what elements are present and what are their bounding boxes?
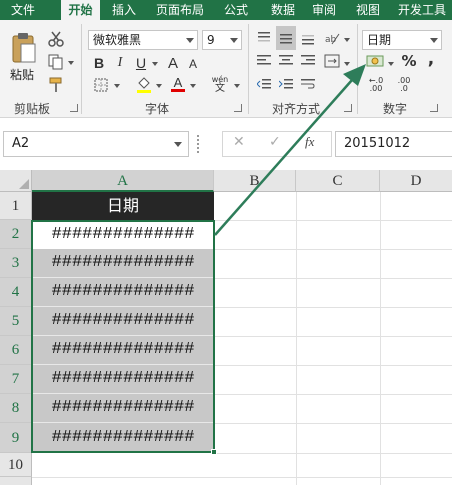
arrow-head-icon [343, 64, 366, 86]
annotation-arrow [214, 64, 366, 236]
arrow-line [214, 79, 353, 236]
